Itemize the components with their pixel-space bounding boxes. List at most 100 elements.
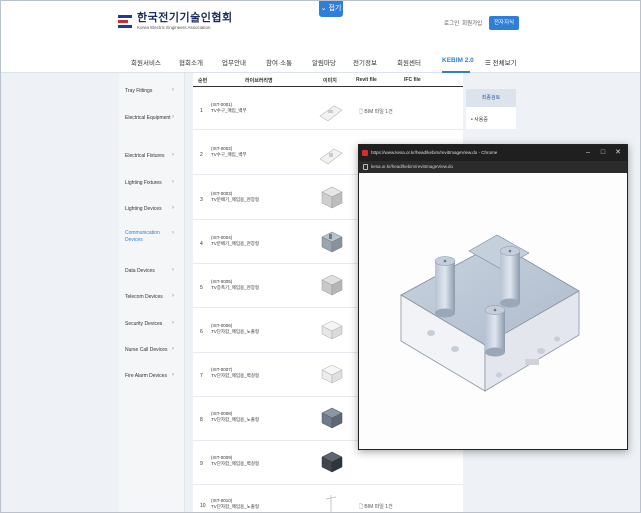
row-library[interactable]: (IST-0002) TV수구_매입_벽부 [211,146,247,159]
sidebar-item[interactable]: Electrical Fixtures [125,153,183,160]
3d-model-viewer[interactable] [359,173,627,449]
sidebar-item-active[interactable]: Communication Devices [125,230,169,244]
model-thumbnail[interactable] [316,404,346,432]
row-number: 5 [200,285,203,291]
row-divider [193,484,463,485]
sidebar-item[interactable]: Lighting Fixtures [125,180,183,187]
util-button[interactable]: 전자지식 [489,16,519,30]
maximize-icon[interactable]: □ [596,145,610,161]
sidebar-item[interactable]: Fire Alarm Devices [125,373,183,380]
nav-item-active[interactable]: KEBIM 2.0 [442,57,474,64]
chevron-right-icon: › [172,230,174,236]
sidebar-item[interactable]: Tray Fittings [125,88,183,95]
model-thumbnail[interactable] [316,228,346,256]
row-number: 1 [200,108,203,114]
model-thumbnail[interactable] [316,141,346,169]
row-name: TV수구_매입_벽부 [211,108,247,114]
nav-item[interactable]: 참여·소통 [266,57,292,67]
row-library[interactable]: (IST-0003) TV분배기_매입용_천장형 [211,191,259,204]
row-library[interactable]: (IST-0009) TV단자함_매입용_벽걸형 [211,455,259,468]
row-library[interactable]: (IST-0005) TV증폭기_매입용_천장형 [211,279,259,292]
row-name: TV분배기_매입용_천장형 [211,241,260,247]
model-thumbnail[interactable] [316,491,346,513]
right-panel-item[interactable]: • 사용중 [471,116,488,123]
sidebar-item[interactable]: Lighting Devices [125,206,183,213]
col-header-revit: Revit file [356,77,377,83]
row-code: (IST-0005) [211,279,233,284]
sidebar-item[interactable]: Nurse Call Devices [125,347,183,354]
row-name: TV증폭기_매입용_천장형 [211,285,260,291]
popup-title: https://www.kesa.or.kr/head/kebim/revitI… [371,150,498,155]
chevron-right-icon: › [172,372,174,378]
row-code: (IST-0007) [211,367,233,372]
chevron-right-icon: › [172,179,174,185]
site-logo[interactable]: 한국전기기술인협회 Korea Electric Engineers Assoc… [118,13,233,31]
model-thumbnail[interactable] [316,316,346,344]
model-thumbnail[interactable] [316,184,346,212]
signup-link[interactable]: 회원가입 [462,19,482,27]
logo-subtitle: Korea Electric Engineers Association [137,25,211,30]
row-number: 3 [200,197,203,203]
collapse-tab[interactable]: ⌄ 접기 [319,1,343,17]
row-name: TV수구_매입_벽부 [211,152,247,158]
revit-file-label: BIM 파일 1건 [364,504,393,510]
model-thumbnail[interactable] [316,360,346,388]
row-divider [193,129,463,130]
sidebar-item[interactable]: Data Devices [125,268,183,275]
collapse-label: 접기 [328,5,342,12]
col-header-num: 순번 [198,78,208,84]
row-code: (IST-0003) [211,191,233,196]
chevron-right-icon: › [172,152,174,158]
sidebar-item[interactable]: Security Devices [125,321,183,328]
sidebar-item[interactable]: Electrical Equipment [125,115,183,122]
3d-model-render [400,234,580,392]
hamburger-icon: ☰ [485,60,493,67]
nav-item[interactable]: 회원서비스 [131,57,161,67]
nav-item[interactable]: 회원센터 [397,57,421,67]
sidebar-item[interactable]: Telecom Devices [125,294,183,301]
revit-file-label: BIM 파일 1건 [364,109,393,115]
chevron-right-icon: › [172,293,174,299]
browser-page: 한국전기기술인협회 Korea Electric Engineers Assoc… [0,0,641,513]
chevron-right-icon: › [172,87,174,93]
row-code: (IST-0004) [211,235,233,240]
model-viewer-popup: https://www.kesa.or.kr/head/kebim/revitI… [358,144,628,450]
row-name: TV단자함_매입용_벽걸형 [211,461,260,467]
row-library[interactable]: (IST-0010) TV단자함_매입용_노출형 [211,498,259,511]
minimize-icon[interactable]: – [581,145,595,161]
row-number: 10 [200,503,206,509]
model-thumbnail[interactable] [316,448,346,476]
login-link[interactable]: 로그인 [444,19,459,27]
nav-item[interactable]: 알림마당 [312,57,336,67]
model-thumbnail[interactable] [316,98,346,126]
category-sidebar [119,73,185,512]
row-name: TV단자함_매입용_노출형 [211,417,260,423]
logo-mark-icon [118,14,132,29]
row-library[interactable]: (IST-0001) TV수구_매입_벽부 [211,102,247,115]
nav-item[interactable]: 협회소개 [179,57,203,67]
nav-all-menu[interactable]: ☰ 전체보기 [485,57,517,67]
row-number: 8 [200,417,203,423]
nav-item[interactable]: 전기정보 [353,57,377,67]
row-library[interactable]: (IST-0008) TV단자함_매입용_노출형 [211,411,259,424]
right-panel-header[interactable]: 최종검토 [466,89,516,107]
chevron-right-icon: › [172,346,174,352]
col-header-image: 이미지 [323,78,337,84]
close-icon[interactable]: ✕ [611,145,625,161]
row-library[interactable]: (IST-0006) TV단자함_매입용_노출형 [211,323,259,336]
revit-file-link[interactable]: 🗋 BIM 파일 1건 [359,108,393,117]
row-number: 9 [200,461,203,467]
nav-item[interactable]: 업무안내 [222,57,246,67]
col-header-ifc: IFC file [404,77,421,83]
right-panel-item-label: 사용중 [474,117,488,123]
logo-title: 한국전기기술인협회 [137,12,233,24]
row-library[interactable]: (IST-0007) TV단자함_매입용_벽걸형 [211,367,259,380]
model-thumbnail[interactable] [316,271,346,299]
row-number: 2 [200,152,203,158]
row-code: (IST-0006) [211,323,233,328]
row-library[interactable]: (IST-0004) TV분배기_매입용_천장형 [211,235,259,248]
row-name: TV단자함_매입용_노출형 [211,504,260,510]
row-code: (IST-0009) [211,455,233,460]
revit-file-link[interactable]: 🗋 BIM 파일 1건 [359,503,393,512]
row-name: TV분배기_매입용_천장형 [211,197,260,203]
